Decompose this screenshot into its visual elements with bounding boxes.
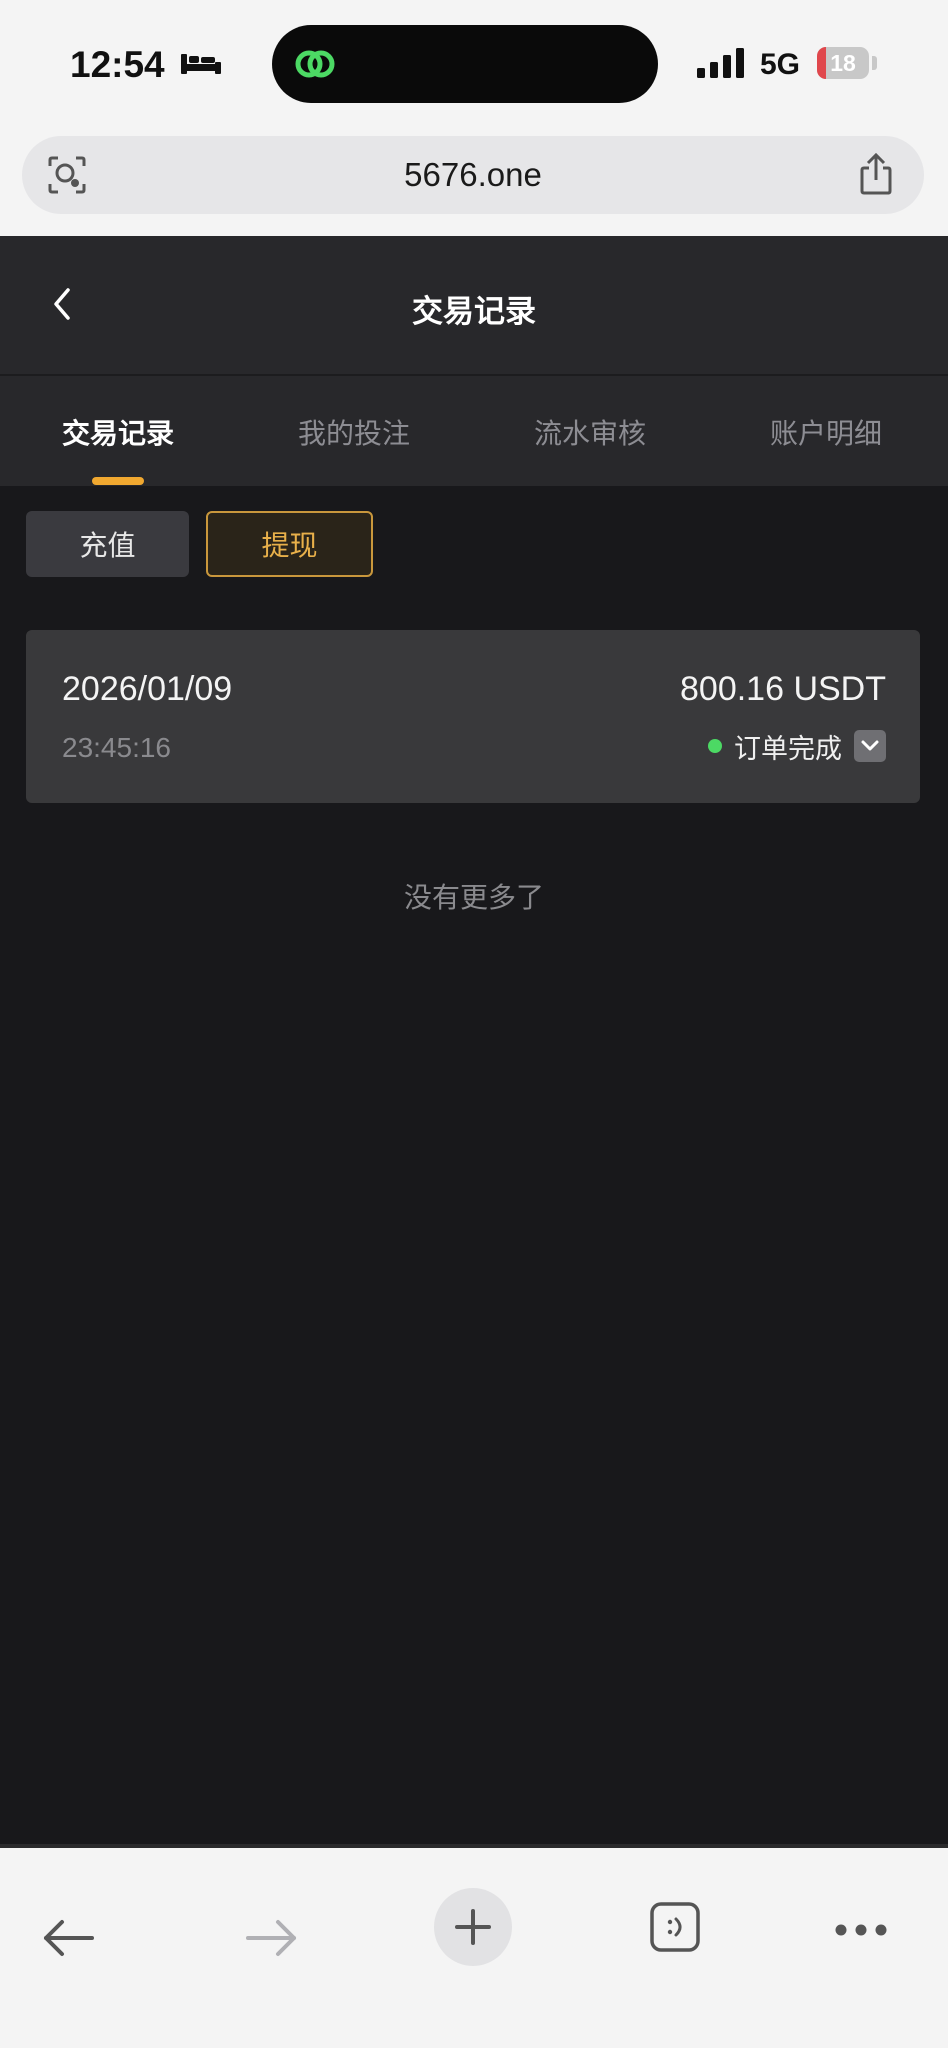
- url-text[interactable]: 5676.one: [22, 156, 924, 194]
- browser-toolbar: [0, 1848, 948, 2048]
- chevron-down-icon: [861, 740, 879, 751]
- more-icon[interactable]: [834, 1922, 888, 1941]
- dynamic-island: [272, 25, 658, 103]
- status-label: 订单完成: [734, 733, 842, 765]
- page-header: 交易记录: [0, 236, 948, 374]
- status-time: 12:54: [70, 44, 165, 85]
- page-title: 交易记录: [412, 294, 536, 330]
- battery-level: 18: [830, 50, 856, 76]
- transaction-record-card[interactable]: 2026/01/09 23:45:16 800.16 USDT 订单完成: [26, 630, 920, 803]
- bed-icon: [180, 50, 222, 80]
- forward-arrow-icon[interactable]: [244, 1918, 300, 1962]
- tab-bar: 交易记录 我的投注 流水审核 账户明细: [0, 376, 948, 486]
- battery-cap: [872, 56, 877, 70]
- tabs-icon[interactable]: [648, 1900, 702, 1958]
- tab-turnover-review[interactable]: 流水审核: [480, 412, 700, 452]
- address-bar[interactable]: 5676.one: [22, 136, 924, 214]
- battery-icon: 18: [817, 47, 869, 79]
- record-date: 2026/01/09: [62, 670, 233, 708]
- island-app-icon: [290, 39, 340, 93]
- network-label: 5G: [760, 48, 801, 81]
- record-status: 订单完成: [708, 728, 886, 765]
- new-tab-button[interactable]: [434, 1888, 512, 1966]
- plus-icon: [455, 1909, 491, 1945]
- deposit-filter-button[interactable]: 充值: [26, 511, 189, 577]
- record-time: 23:45:16: [62, 732, 171, 763]
- tab-transaction-records[interactable]: 交易记录: [8, 412, 228, 452]
- back-arrow-icon[interactable]: [40, 1918, 96, 1962]
- tab-account-details[interactable]: 账户明细: [716, 412, 936, 452]
- status-bar: 12:54 5G 18: [0, 0, 948, 132]
- no-more-text: 没有更多了: [403, 881, 544, 914]
- signal-icon: [697, 48, 747, 82]
- browser-address-area: 5676.one: [0, 132, 948, 236]
- tab-my-bets[interactable]: 我的投注: [244, 412, 464, 452]
- record-amount: 800.16 USDT: [680, 670, 886, 708]
- share-icon[interactable]: [856, 152, 896, 200]
- expand-button[interactable]: [854, 730, 886, 762]
- status-dot-icon: [708, 739, 722, 753]
- active-tab-indicator: [92, 477, 144, 485]
- withdraw-filter-button[interactable]: 提现: [206, 511, 373, 577]
